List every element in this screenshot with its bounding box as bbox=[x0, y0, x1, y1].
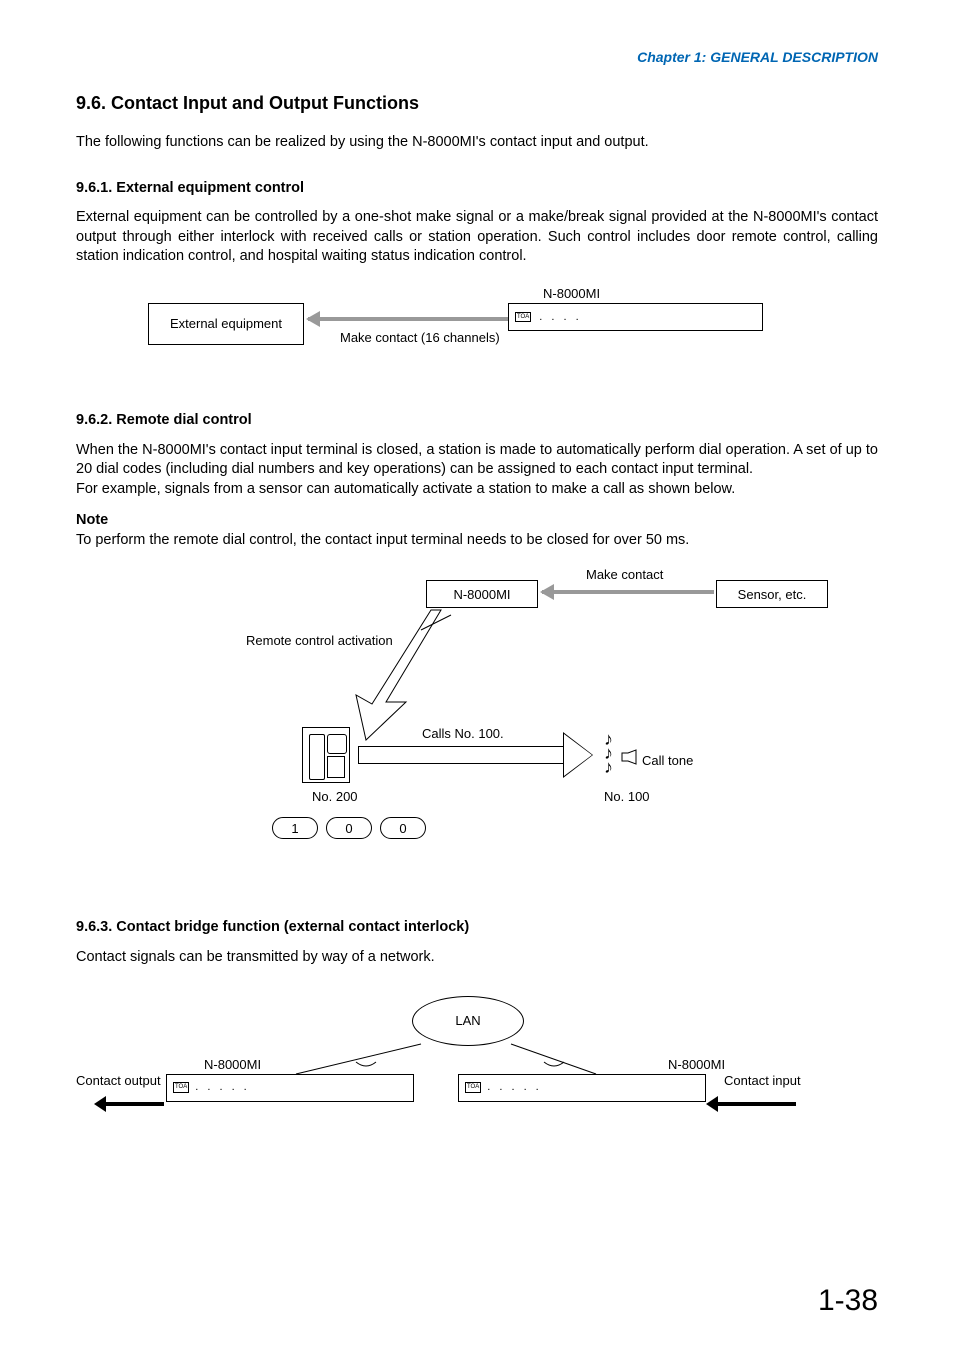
diagram-963: LAN N-8000MI TOA . . . . . N-8000MI TOA … bbox=[76, 990, 836, 1150]
arrow-head-icon bbox=[94, 1096, 106, 1112]
intro-paragraph: The following functions can be realized … bbox=[76, 133, 878, 153]
lan-legs-icon bbox=[296, 1038, 636, 1078]
contact-output-label: Contact output bbox=[76, 1072, 161, 1090]
section-title: 9.6. Contact Input and Output Functions bbox=[76, 91, 878, 115]
dial-digit: 1 bbox=[272, 817, 318, 839]
device-label: N-8000MI bbox=[543, 285, 600, 303]
call-tone-icon: ♪♪♪ bbox=[604, 732, 613, 774]
subsection-961-title: 9.6.1. External equipment control bbox=[76, 179, 878, 199]
station-100-label: No. 100 bbox=[604, 788, 650, 806]
arrow-caption: Make contact (16 channels) bbox=[340, 329, 500, 347]
note-label: Note bbox=[76, 511, 878, 531]
device-box: TOA . . . . bbox=[508, 303, 763, 331]
contact-input-label: Contact input bbox=[724, 1072, 801, 1090]
make-contact-label: Make contact bbox=[586, 566, 663, 584]
device-brand: TOA bbox=[515, 312, 531, 322]
page: Chapter 1: GENERAL DESCRIPTION 9.6. Cont… bbox=[0, 0, 954, 1351]
device-label-right: N-8000MI bbox=[668, 1056, 725, 1074]
big-arrow-icon bbox=[336, 610, 456, 740]
call-tone-label: Call tone bbox=[642, 752, 693, 770]
subsection-963-body: Contact signals can be transmitted by wa… bbox=[76, 948, 878, 968]
device-brand: TOA bbox=[465, 1082, 481, 1092]
station-icon bbox=[302, 727, 350, 783]
dial-digit: 0 bbox=[380, 817, 426, 839]
diagram-961: External equipment Make contact (16 chan… bbox=[148, 289, 788, 369]
arrow-head-icon bbox=[306, 311, 320, 327]
page-number: 1-38 bbox=[818, 1281, 878, 1322]
n8000mi-box: N-8000MI bbox=[426, 580, 538, 608]
subsection-963-title: 9.6.3. Contact bridge function (external… bbox=[76, 918, 878, 938]
calls-arrow-head bbox=[564, 734, 592, 776]
station-200-label: No. 200 bbox=[312, 788, 358, 806]
arrow-line bbox=[308, 317, 508, 321]
arrow-line bbox=[104, 1102, 164, 1106]
arrow-line bbox=[542, 590, 714, 594]
device-box-left: TOA . . . . . bbox=[166, 1074, 414, 1102]
device-ports-icon: . . . . . bbox=[487, 1080, 542, 1095]
arrow-head-icon bbox=[540, 584, 554, 600]
diagram-962: Make contact N-8000MI Sensor, etc. Remot… bbox=[216, 572, 856, 872]
calls-arrow-body bbox=[358, 746, 564, 764]
calls-label: Calls No. 100. bbox=[422, 725, 504, 743]
chapter-header: Chapter 1: GENERAL DESCRIPTION bbox=[76, 48, 878, 67]
dial-row: 1 0 0 bbox=[272, 817, 426, 839]
subsection-961-body: External equipment can be controlled by … bbox=[76, 208, 878, 267]
device-label-left: N-8000MI bbox=[204, 1056, 261, 1074]
device-ports-icon: . . . . . bbox=[195, 1080, 250, 1095]
arrow-line bbox=[716, 1102, 796, 1106]
external-equipment-box: External equipment bbox=[148, 303, 304, 345]
subsection-962-body2: For example, signals from a sensor can a… bbox=[76, 480, 878, 500]
device-brand: TOA bbox=[173, 1082, 189, 1092]
subsection-962-title: 9.6.2. Remote dial control bbox=[76, 411, 878, 431]
subsection-962-body1: When the N-8000MI's contact input termin… bbox=[76, 441, 878, 480]
dial-digit: 0 bbox=[326, 817, 372, 839]
device-box-right: TOA . . . . . bbox=[458, 1074, 706, 1102]
arrow-head-icon bbox=[706, 1096, 718, 1112]
sensor-box: Sensor, etc. bbox=[716, 580, 828, 608]
note-body: To perform the remote dial control, the … bbox=[76, 531, 878, 551]
device-ports-icon: . . . . bbox=[539, 310, 581, 325]
